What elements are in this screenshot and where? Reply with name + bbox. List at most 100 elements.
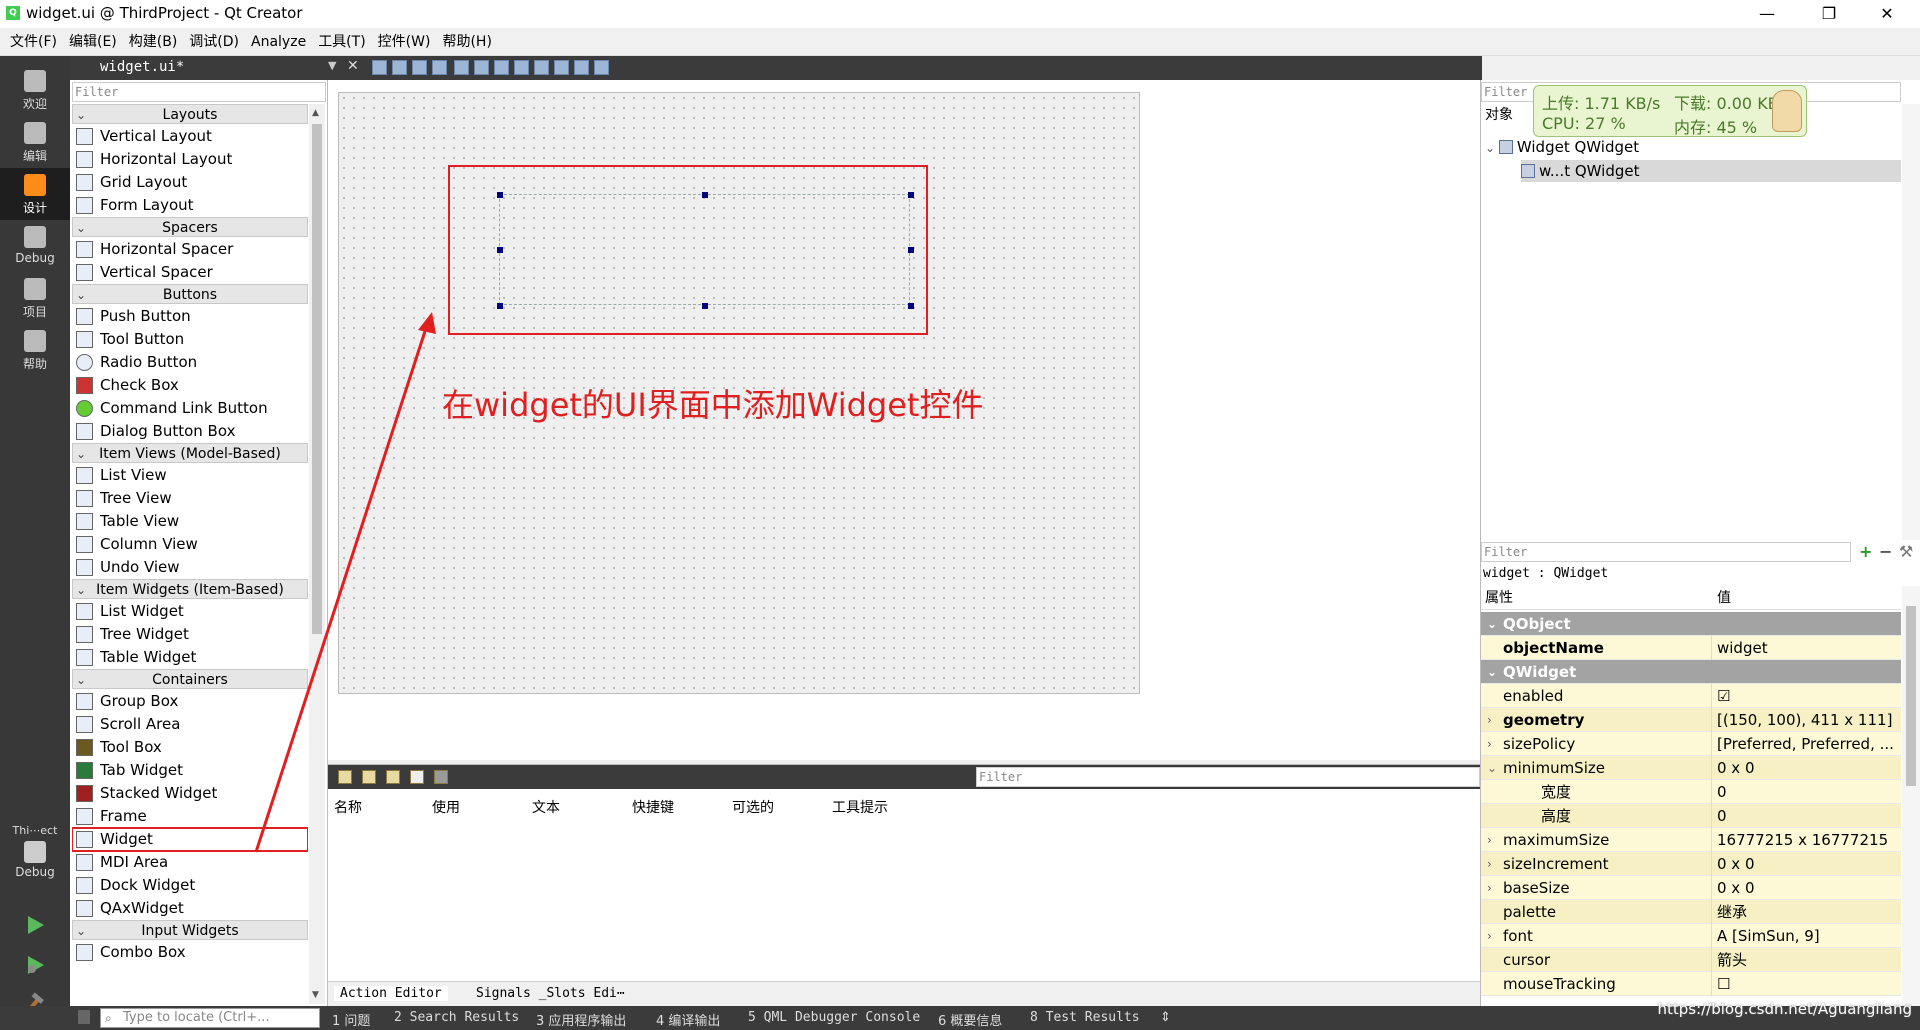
property-row[interactable]: ⌄ minimumSize 0 x 0 <box>1481 756 1901 780</box>
layout-form-icon[interactable] <box>554 60 569 75</box>
mode-project[interactable]: 项目 <box>0 272 70 324</box>
chevron-right-icon[interactable]: › <box>1487 732 1492 756</box>
tree-row-selected[interactable]: w...t QWidget <box>1521 160 1901 182</box>
object-inspector-scrollbar[interactable] <box>1902 104 1920 540</box>
run-icon[interactable] <box>24 914 46 936</box>
mode-help[interactable]: 帮助 <box>0 324 70 376</box>
debug-run-icon[interactable] <box>24 954 46 976</box>
property-row[interactable]: › baseSize 0 x 0 <box>1481 876 1901 900</box>
property-row[interactable]: › geometry [(150, 100), 411 x 111] <box>1481 708 1901 732</box>
column-header[interactable]: 工具提示 <box>832 797 888 817</box>
scrollbar-thumb[interactable] <box>312 124 322 634</box>
output-tab-qml[interactable]: 5 QML Debugger Console <box>748 1010 920 1025</box>
property-value[interactable]: A [SimSun, 9] <box>1717 924 1820 948</box>
widget-item[interactable]: MDI Area <box>72 851 308 874</box>
menu-build[interactable]: 构建(B) <box>123 28 184 56</box>
mode-welcome[interactable]: 欢迎 <box>0 64 70 116</box>
menu-debug[interactable]: 调试(D) <box>183 28 245 56</box>
widget-item[interactable]: Grid Layout <box>72 171 308 194</box>
property-value[interactable]: 0 x 0 <box>1717 852 1755 876</box>
widget-item[interactable]: Combo Box <box>72 941 308 964</box>
property-filter-input[interactable]: Filter <box>1481 542 1851 562</box>
widget-item[interactable]: Vertical Layout <box>72 125 308 148</box>
document-selector[interactable]: widget.ui* <box>100 59 184 75</box>
output-arrows-icon[interactable]: ⇕ <box>1160 1010 1171 1025</box>
chevron-down-icon[interactable]: ▼ <box>328 59 336 72</box>
layout-splitter-v-icon[interactable] <box>514 60 529 75</box>
property-row[interactable]: › maximumSize 16777215 x 16777215 <box>1481 828 1901 852</box>
category-spacers[interactable]: ⌄ Spacers <box>72 217 308 237</box>
mode-design[interactable]: 设计 <box>0 168 70 220</box>
add-property-icon[interactable]: + <box>1859 542 1872 561</box>
chevron-right-icon[interactable]: › <box>1487 852 1492 876</box>
property-row[interactable]: cursor 箭头 <box>1481 948 1901 972</box>
scrollbar-thumb[interactable] <box>1906 606 1916 786</box>
category-containers[interactable]: ⌄ Containers <box>72 669 308 689</box>
widget-item[interactable]: Tab Widget <box>72 759 308 782</box>
close-button[interactable]: ✕ <box>1864 0 1910 28</box>
tab-signals-slots[interactable]: Signals _Slots Edi⋯ <box>476 986 625 1001</box>
chevron-right-icon[interactable]: › <box>1487 876 1492 900</box>
edit-buddies-icon[interactable] <box>412 60 427 75</box>
property-value[interactable]: [(150, 100), 411 x 111] <box>1717 708 1892 732</box>
widget-item[interactable]: Push Button <box>72 305 308 328</box>
category-item-widgets[interactable]: ⌄ Item Widgets (Item-Based) <box>72 579 308 599</box>
column-header[interactable]: 属性 <box>1485 586 1513 610</box>
property-value[interactable]: 0 <box>1717 804 1727 828</box>
mouse-tracking-checkbox[interactable]: ☐ <box>1717 972 1730 996</box>
property-group[interactable]: ⌄ QObject <box>1481 612 1901 636</box>
configure-icon[interactable] <box>434 770 448 784</box>
widget-item[interactable]: Undo View <box>72 556 308 579</box>
column-header[interactable]: 文本 <box>532 797 560 817</box>
layout-splitter-h-icon[interactable] <box>494 60 509 75</box>
edit-widgets-icon[interactable] <box>372 60 387 75</box>
property-value[interactable]: 0 x 0 <box>1717 756 1755 780</box>
tab-action-editor[interactable]: Action Editor <box>334 986 448 1001</box>
output-tab-general[interactable]: 6 概要信息 <box>938 1010 1002 1029</box>
widget-item[interactable]: Dock Widget <box>72 874 308 897</box>
edit-tab-order-icon[interactable] <box>432 60 447 75</box>
action-filter-input[interactable]: Filter <box>976 767 1480 787</box>
new-action-icon[interactable] <box>338 770 352 784</box>
layout-vertical-icon[interactable] <box>474 60 489 75</box>
menu-file[interactable]: 文件(F) <box>4 28 63 56</box>
widget-item[interactable]: Tree View <box>72 487 308 510</box>
property-value[interactable]: 16777215 x 16777215 <box>1717 828 1888 852</box>
output-tab-issues[interactable]: 1 问题 <box>332 1010 370 1029</box>
scroll-down-icon[interactable]: ▼ <box>312 990 319 1000</box>
property-subrow[interactable]: 高度 0 <box>1481 804 1901 828</box>
widget-item[interactable]: Horizontal Spacer <box>72 238 308 261</box>
tree-row[interactable]: ⌄ Widget QWidget <box>1485 136 1639 158</box>
menu-help[interactable]: 帮助(H) <box>436 28 497 56</box>
chevron-right-icon[interactable]: › <box>1487 828 1492 852</box>
adjust-size-icon[interactable] <box>594 60 609 75</box>
copy-action-icon[interactable] <box>362 770 376 784</box>
edit-signals-icon[interactable] <box>392 60 407 75</box>
widget-item[interactable]: Scroll Area <box>72 713 308 736</box>
toggle-sidebar-icon[interactable] <box>78 1010 90 1024</box>
category-item-views[interactable]: ⌄ Item Views (Model-Based) <box>72 443 308 463</box>
property-subrow[interactable]: 宽度 0 <box>1481 780 1901 804</box>
property-value[interactable]: 0 x 0 <box>1717 876 1755 900</box>
column-header[interactable]: 可选的 <box>732 797 774 817</box>
category-buttons[interactable]: ⌄ Buttons <box>72 284 308 304</box>
property-value[interactable]: 0 <box>1717 780 1727 804</box>
property-row[interactable]: › font A [SimSun, 9] <box>1481 924 1901 948</box>
widget-item[interactable]: Vertical Spacer <box>72 261 308 284</box>
paste-action-icon[interactable] <box>386 770 400 784</box>
property-value[interactable]: 箭头 <box>1717 948 1747 972</box>
widget-box-filter[interactable]: Filter <box>72 82 326 102</box>
widget-box-scrollbar[interactable]: ▲ ▼ <box>309 104 325 1004</box>
property-row[interactable]: › sizeIncrement 0 x 0 <box>1481 852 1901 876</box>
category-layouts[interactable]: ⌄ Layouts <box>72 104 308 124</box>
layout-grid-icon[interactable] <box>534 60 549 75</box>
output-tab-search[interactable]: 2 Search Results <box>394 1010 519 1025</box>
widget-item[interactable]: Tree Widget <box>72 623 308 646</box>
widget-item[interactable]: Dialog Button Box <box>72 420 308 443</box>
minimize-button[interactable]: — <box>1744 0 1790 28</box>
widget-item[interactable]: Form Layout <box>72 194 308 217</box>
property-row[interactable]: objectName widget <box>1481 636 1901 660</box>
widget-item[interactable]: Column View <box>72 533 308 556</box>
output-tab-tests[interactable]: 8 Test Results <box>1030 1010 1140 1025</box>
widget-item[interactable]: Stacked Widget <box>72 782 308 805</box>
